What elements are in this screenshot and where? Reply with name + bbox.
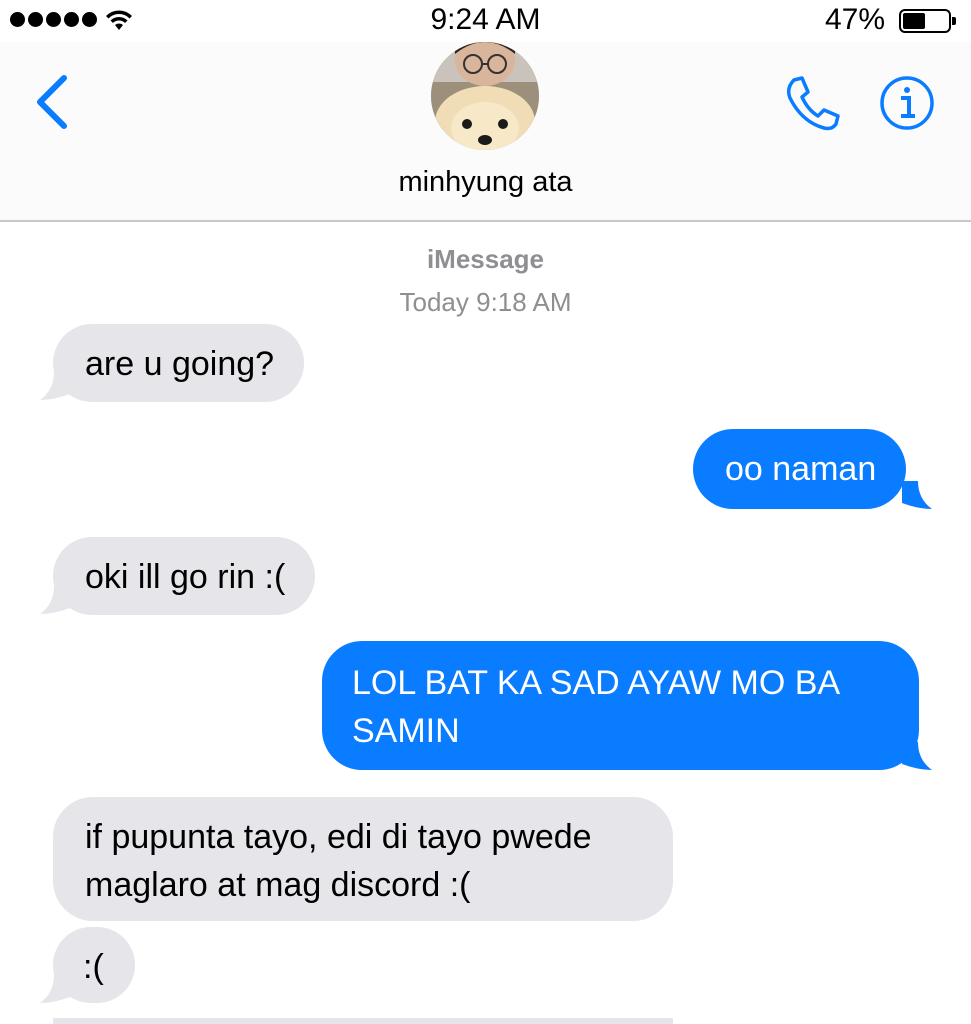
message-text: are u going? bbox=[85, 345, 275, 383]
chevron-left-icon bbox=[37, 75, 67, 129]
avatar-photo bbox=[431, 42, 539, 150]
call-button[interactable] bbox=[780, 72, 844, 136]
message-bubble-incoming[interactable]: if pupunta tayo, edi di tayo pwede magla… bbox=[53, 797, 673, 921]
timestamp-time: 9:18 AM bbox=[476, 287, 572, 317]
message-text: LOL BAT KA SAD AYAW MO BA SAMIN bbox=[352, 664, 839, 750]
partial-message-bubble bbox=[53, 1018, 673, 1024]
timestamp-day: Today bbox=[399, 287, 469, 317]
message-text: if pupunta tayo, edi di tayo pwede magla… bbox=[85, 818, 592, 904]
message-bubble-incoming[interactable]: are u going? bbox=[53, 324, 305, 402]
message-bubble-outgoing[interactable]: oo naman bbox=[693, 429, 907, 509]
message-bubble-incoming[interactable]: :( bbox=[53, 927, 135, 1003]
message-text: oo naman bbox=[725, 450, 877, 488]
conversation-header: minhyung ata bbox=[0, 42, 971, 222]
battery-percentage: 47% bbox=[824, 3, 885, 36]
back-button[interactable] bbox=[30, 72, 80, 132]
contact-avatar[interactable] bbox=[431, 42, 539, 150]
outgoing-bubble-tail bbox=[902, 481, 932, 509]
message-text: oki ill go rin :( bbox=[85, 558, 286, 596]
message-text: :( bbox=[83, 948, 104, 986]
details-button[interactable] bbox=[878, 74, 936, 132]
message-bubble-incoming[interactable]: oki ill go rin :( bbox=[53, 537, 316, 615]
battery-icon bbox=[899, 9, 956, 33]
message-timestamp: Today 9:18 AM bbox=[0, 287, 971, 318]
info-icon bbox=[880, 76, 934, 130]
service-label: iMessage bbox=[426, 244, 545, 274]
message-bubble-outgoing[interactable]: LOL BAT KA SAD AYAW MO BA SAMIN bbox=[322, 641, 919, 770]
status-bar: 9:24 AM 47% bbox=[0, 0, 971, 42]
contact-name[interactable]: minhyung ata bbox=[0, 166, 971, 199]
phone-icon bbox=[786, 76, 840, 131]
